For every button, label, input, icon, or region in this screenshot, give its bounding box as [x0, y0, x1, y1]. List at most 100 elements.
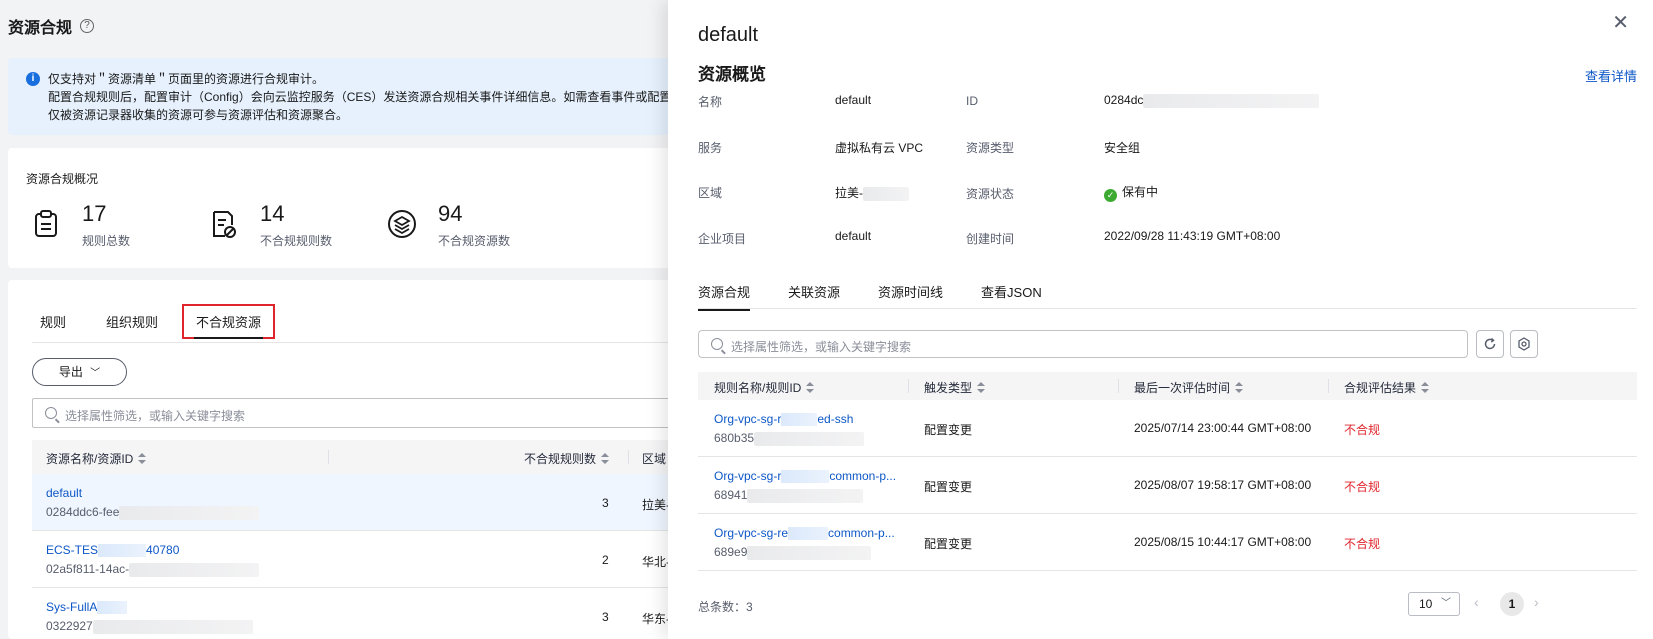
close-icon[interactable]: ✕	[1612, 10, 1629, 35]
rule-id-text: 689e9	[714, 545, 748, 559]
divider	[698, 308, 1637, 309]
stat-label: 不合规资源数	[438, 234, 511, 248]
resource-detail-drawer: ✕ default 资源概览 查看详情 名称 default ID 0284dc…	[668, 0, 1653, 639]
col-noncompliant-count[interactable]: 不合规规则数	[524, 450, 610, 467]
col-label: 资源名称/资源ID	[46, 452, 134, 466]
rule-link[interactable]: Org-vpc-sg-r ed-ssh	[714, 412, 853, 427]
resource-name-text: Sys-FullA	[46, 600, 98, 614]
col-label: 合规评估结果	[1344, 381, 1417, 395]
redacted-block	[98, 544, 147, 558]
trigger-type: 配置变更	[924, 423, 973, 437]
resource-link[interactable]: default	[46, 486, 82, 500]
resource-id-text: 02a5f811-14ac-	[46, 562, 130, 576]
refresh-icon	[1484, 337, 1496, 350]
eval-time: 2025/08/15 10:44:17 GMT+08:00	[1134, 535, 1312, 549]
search-placeholder: 选择属性筛选，或输入关键字搜索	[65, 409, 246, 423]
prop-value-text: 拉美-	[835, 186, 863, 200]
table-row[interactable]: Org-vpc-sg-r common-p... 68941 配置变更 2025/…	[698, 457, 1637, 514]
next-page-icon[interactable]: ›	[1534, 594, 1539, 610]
resource-link[interactable]: Sys-FullA	[46, 600, 128, 615]
drawer-search-input[interactable]: 选择属性筛选，或输入关键字搜索	[698, 330, 1468, 358]
notice-line: 仅被资源记录器收集的资源可参与资源评估和资源聚合。	[48, 108, 349, 122]
redacted-block	[747, 488, 864, 503]
sort-icon[interactable]	[1235, 382, 1244, 393]
settings-button[interactable]	[1510, 330, 1538, 358]
prop-value: default	[835, 93, 872, 107]
rule-link[interactable]: Org-vpc-sg-r common-p...	[714, 469, 897, 484]
rule-id: 68941	[714, 488, 864, 503]
prop-value: 拉美-	[835, 184, 909, 201]
table-row[interactable]: Sys-FullA 0322927 3 华东-	[32, 588, 708, 639]
sort-icon[interactable]	[977, 382, 986, 393]
rule-id: 689e9	[714, 545, 872, 560]
table-row[interactable]: default 0284ddc6-fee 3 拉美-	[32, 474, 708, 531]
rule-id-text: 68941	[714, 488, 748, 502]
sort-icon[interactable]	[1421, 382, 1430, 393]
status-text: 保有中	[1122, 185, 1159, 199]
col-resource-name[interactable]: 资源名称/资源ID	[46, 450, 147, 467]
col-last-eval-time[interactable]: 最后一次评估时间	[1134, 379, 1244, 396]
rule-link[interactable]: Org-vpc-sg-re common-p...	[714, 526, 895, 541]
table-row[interactable]: Org-vpc-sg-r ed-ssh 680b35 配置变更 2025/07/1…	[698, 400, 1637, 457]
noncompliant-count: 3	[602, 496, 609, 510]
prop-key: 企业项目	[698, 232, 747, 246]
col-label: 规则名称/规则ID	[714, 381, 802, 395]
section-title: 资源概览	[698, 65, 766, 84]
sort-icon[interactable]	[138, 453, 147, 464]
export-button[interactable]: 导出 ﹀	[32, 358, 127, 386]
stat-total-rules: 17 规则总数	[26, 200, 130, 249]
prop-key: 服务	[698, 141, 723, 155]
tab-related-resources[interactable]: 关联资源	[788, 282, 840, 311]
current-page[interactable]: 1	[1500, 592, 1524, 616]
table-row[interactable]: ECS-TES 40780 02a5f811-14ac- 2 华北-	[32, 531, 708, 588]
tab-resource-compliance[interactable]: 资源合规	[698, 282, 751, 311]
col-trigger-type[interactable]: 触发类型	[924, 379, 986, 396]
sort-icon[interactable]	[601, 453, 610, 464]
rule-name-part: common-p...	[829, 469, 897, 483]
tab-resource-timeline[interactable]: 资源时间线	[878, 282, 943, 311]
search-input[interactable]: 选择属性筛选，或输入关键字搜索	[32, 398, 708, 428]
resource-link[interactable]: ECS-TES 40780	[46, 543, 179, 558]
gear-icon	[1518, 337, 1530, 351]
eval-time: 2025/08/07 19:58:17 GMT+08:00	[1134, 478, 1312, 492]
tab-rules[interactable]: 规则	[32, 304, 74, 339]
prop-value: 安全组	[1104, 141, 1141, 155]
compliance-overview-card: 资源合规概况 17 规则总数 14 不合规规则数 94 不合规资源数	[8, 148, 708, 268]
noncompliant-count: 2	[602, 553, 609, 567]
region: 华北-	[642, 555, 670, 569]
resource-id: 0322927	[46, 619, 253, 634]
tab-noncompliant-resources[interactable]: 不合规资源	[182, 304, 276, 339]
prop-value-text: 0284dc	[1104, 93, 1144, 107]
col-rule-name[interactable]: 规则名称/规则ID	[714, 379, 815, 396]
drawer-tab-bar: 资源合规 关联资源 资源时间线 查看JSON	[698, 282, 1080, 311]
refresh-button[interactable]	[1476, 330, 1504, 358]
page-title-text: 资源合规	[8, 20, 73, 37]
sort-icon[interactable]	[806, 382, 815, 393]
total-count: 总条数：3	[698, 600, 753, 614]
page-title: 资源合规 ?	[8, 14, 95, 38]
table-row[interactable]: Org-vpc-sg-re common-p... 689e9 配置变更 2025…	[698, 514, 1637, 571]
col-separator	[328, 450, 329, 464]
col-eval-result[interactable]: 合规评估结果	[1344, 379, 1430, 396]
prop-key: 区域	[698, 186, 723, 200]
redacted-block	[747, 545, 872, 560]
prev-page-icon[interactable]: ‹	[1474, 594, 1479, 610]
doc-noncompliant-icon	[204, 204, 244, 244]
col-label: 不合规规则数	[524, 452, 597, 466]
page-size-select[interactable]: 10 ﹀	[1408, 592, 1460, 616]
tab-org-rules[interactable]: 组织规则	[98, 304, 166, 339]
page-size-value: 10	[1419, 597, 1433, 611]
view-details-link[interactable]: 查看详情	[1585, 66, 1637, 85]
noncompliant-count: 3	[602, 610, 609, 624]
prop-value: default	[835, 229, 872, 243]
prop-value: 2022/09/28 11:43:19 GMT+08:00	[1104, 229, 1281, 243]
rule-name-part: Org-vpc-sg-r	[714, 412, 782, 426]
search-placeholder: 选择属性筛选，或输入关键字搜索	[731, 340, 912, 354]
col-separator	[1328, 379, 1329, 393]
stat-noncompliant-rules: 14 不合规规则数	[204, 200, 332, 249]
question-circle-icon[interactable]: ?	[80, 19, 95, 33]
col-separator	[628, 450, 629, 464]
tab-view-json[interactable]: 查看JSON	[981, 282, 1042, 311]
clipboard-icon	[26, 204, 66, 244]
eval-time: 2025/07/14 23:00:44 GMT+08:00	[1134, 421, 1312, 435]
